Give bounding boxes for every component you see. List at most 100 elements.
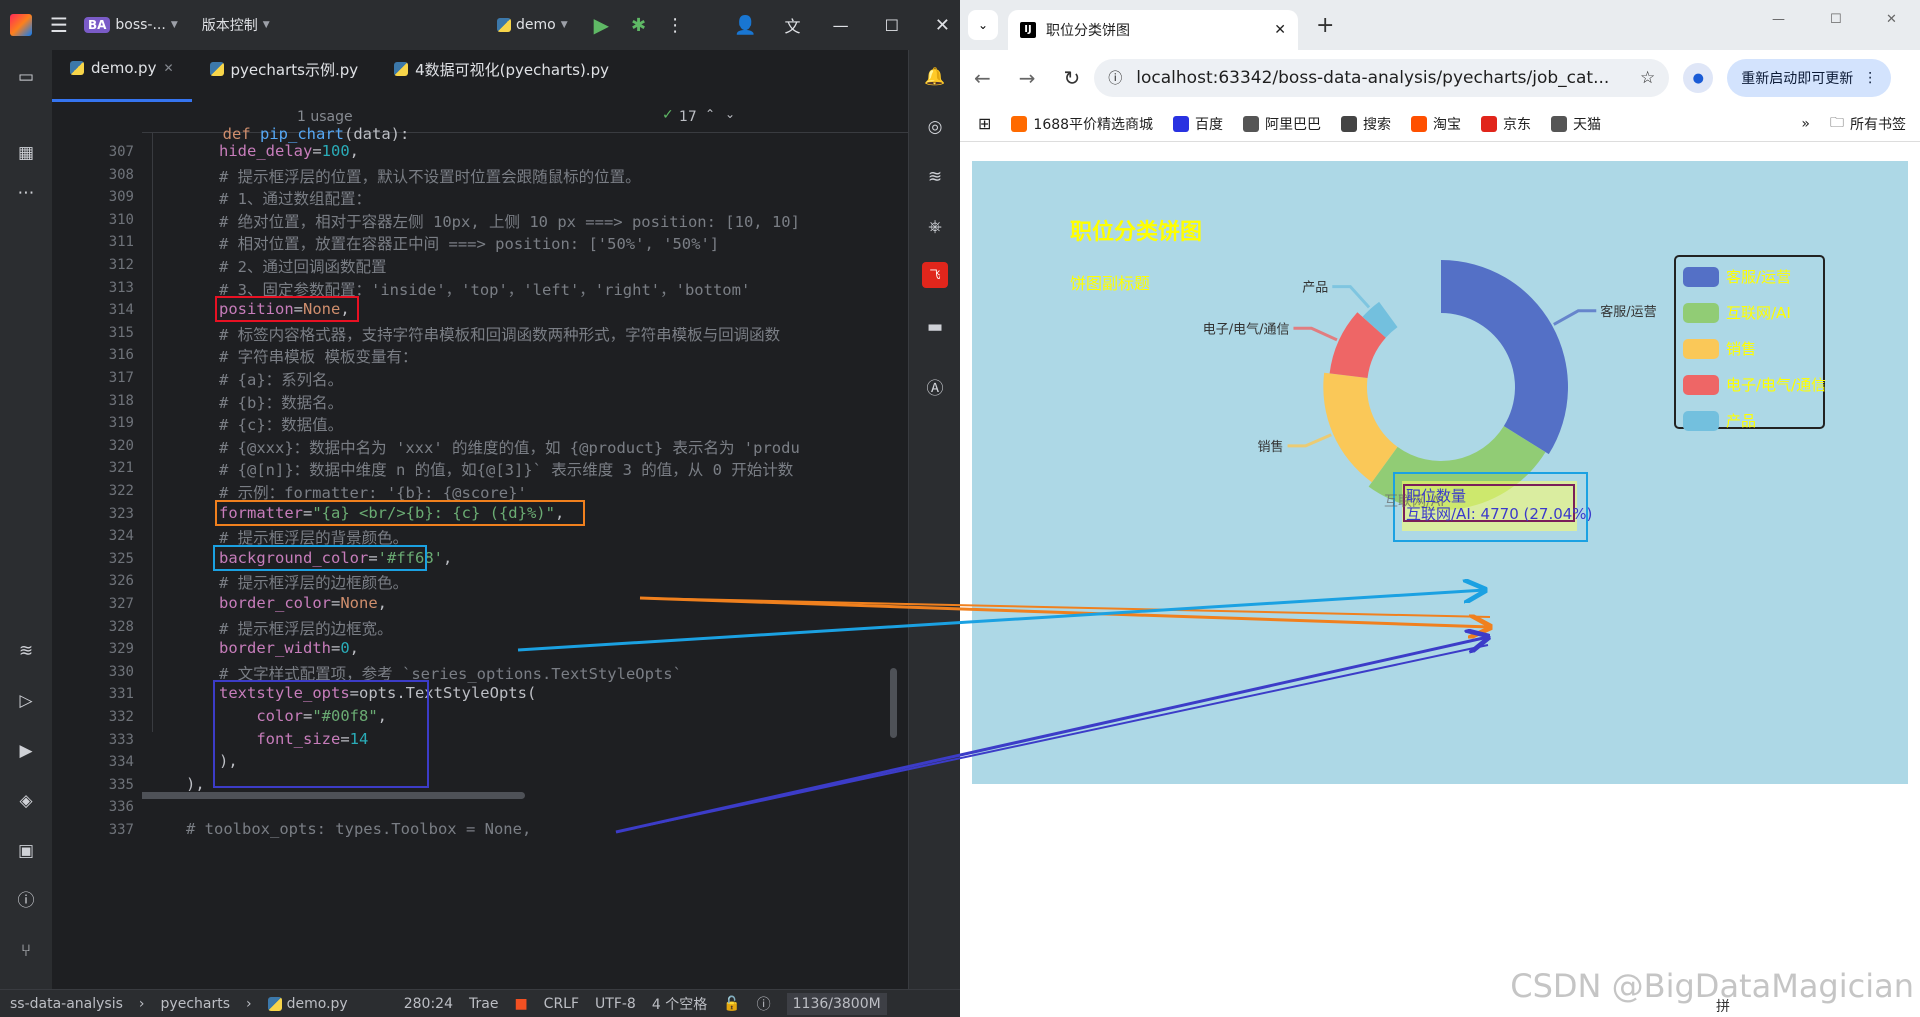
main-menu-icon[interactable]: ☰	[50, 13, 68, 37]
close-tab-icon[interactable]: ✕	[163, 61, 173, 75]
add-user-icon[interactable]: 👤	[734, 15, 756, 36]
code-line[interactable]: # 提示框浮层的边框颜色。	[219, 571, 408, 593]
code-line[interactable]: border_color=None,	[219, 594, 387, 612]
database-icon[interactable]: ≋	[13, 638, 39, 664]
close-icon[interactable]: ✕	[1886, 12, 1897, 27]
debug-icon[interactable]: ✱	[631, 15, 646, 36]
browser-tab[interactable]: IJ 职位分类饼图 ✕	[1008, 10, 1298, 50]
code-line[interactable]: # 字符串模板 模板变量有：	[219, 345, 418, 367]
file-encoding[interactable]: UTF-8	[595, 996, 636, 1012]
new-tab-icon[interactable]: +	[1316, 13, 1334, 38]
pie-slice[interactable]	[1441, 260, 1568, 455]
bookmarks-overflow-icon[interactable]: »	[1801, 116, 1810, 132]
chevron-down-icon[interactable]: ⌄	[725, 107, 735, 121]
ime-indicator-icon[interactable]: 拼	[1716, 996, 1730, 1016]
legend-swatch[interactable]	[1683, 267, 1719, 287]
code-line[interactable]: # 相对位置，放置在容器正中间 ===> position: ['50%', '…	[219, 232, 719, 254]
more-menu-icon[interactable]: ⋮	[1863, 70, 1877, 86]
legend-swatch[interactable]	[1683, 375, 1719, 395]
code-line[interactable]: border_width=0,	[219, 639, 359, 657]
layers-icon[interactable]: ◈	[13, 788, 39, 814]
memory-indicator[interactable]: 1136/3800M	[786, 992, 887, 1015]
ai-assistant-icon[interactable]: ◎	[922, 114, 948, 140]
reload-icon[interactable]: ↻	[1064, 66, 1081, 90]
panel-icon[interactable]: ▬	[922, 314, 948, 340]
status-file[interactable]: demo.py	[287, 996, 348, 1012]
bookmark-item[interactable]: 淘宝	[1411, 114, 1461, 134]
vertical-scrollbar[interactable]	[890, 668, 897, 738]
code-line[interactable]: # 2、通过回调函数配置	[219, 255, 387, 277]
minimize-icon[interactable]: —	[833, 16, 849, 35]
caret-position[interactable]: 280:24	[404, 996, 453, 1012]
horizontal-scrollbar[interactable]	[142, 792, 525, 799]
pie-chart-canvas[interactable]: 职位分类饼图 饼图副标题 客服/运营 销售 电子/电气/通信 产品 客服/运营 互联网/AI 销…	[972, 161, 1908, 784]
inspection-check-icon[interactable]: ✓	[662, 107, 674, 123]
address-bar[interactable]: ⓘ localhost:63342/boss-data-analysis/pye…	[1094, 59, 1670, 97]
close-tab-icon[interactable]: ✕	[1274, 22, 1286, 38]
code-line[interactable]: # {@[n]}：数据中维度 n 的值，如{@[3]}` 表示维度 3 的值，从…	[219, 458, 793, 480]
profile-avatar[interactable]: ●	[1683, 63, 1714, 93]
site-info-icon[interactable]: ⓘ	[1108, 68, 1122, 88]
editor-tab[interactable]: 4数据可视化(pyecharts).py	[376, 50, 627, 102]
windows-icon[interactable]: ■	[514, 996, 527, 1012]
bookmark-item[interactable]: 天猫	[1551, 114, 1601, 134]
preview-icon[interactable]: Ⓐ	[922, 376, 948, 402]
bookmark-star-icon[interactable]: ☆	[1640, 68, 1655, 88]
legend-swatch[interactable]	[1683, 303, 1719, 323]
forward-icon[interactable]: →	[1019, 66, 1036, 90]
url-text[interactable]: localhost:63342/boss-data-analysis/pyech…	[1136, 68, 1609, 88]
code-line[interactable]: # {c}：数据值。	[219, 413, 343, 435]
status-project[interactable]: ss-data-analysis	[10, 996, 123, 1012]
git-icon[interactable]: ⑂	[13, 938, 39, 964]
code-line[interactable]: # 1、通过数组配置：	[219, 187, 371, 209]
run-config-selector[interactable]: demo ▼	[497, 17, 568, 33]
bookmark-item[interactable]: 百度	[1173, 114, 1223, 134]
structure-icon[interactable]: ▦	[13, 140, 39, 166]
more-tools-icon[interactable]: ⋯	[13, 180, 39, 206]
back-icon[interactable]: ←	[974, 66, 991, 90]
bookmark-item[interactable]: 1688平价精选商城	[1011, 114, 1153, 134]
status-folder[interactable]: pyecharts	[161, 996, 230, 1012]
more-actions-icon[interactable]: ⋮	[666, 15, 684, 36]
usages-hint[interactable]: 1 usage	[297, 109, 353, 125]
notifications-icon[interactable]: 🔔	[922, 64, 948, 90]
editor-tab[interactable]: pyecharts示例.py	[192, 50, 377, 102]
folder-icon[interactable]: ▭	[13, 64, 39, 90]
code-line[interactable]: # {b}：数据名。	[219, 391, 343, 413]
all-bookmarks-button[interactable]: 🗀 所有书签	[1830, 112, 1906, 136]
apps-grid-icon[interactable]: ⊞	[978, 114, 991, 133]
code-editor[interactable]: 23 def pip_chart(data): 1 usage ✓ 17 ⌃ ⌄…	[142, 102, 908, 989]
run-icon[interactable]: ▶	[594, 13, 609, 37]
pycharm-logo-icon[interactable]	[10, 14, 32, 36]
python-console-icon[interactable]: ⎈	[922, 214, 948, 240]
legend-swatch[interactable]	[1683, 411, 1719, 431]
update-button[interactable]: 重新启动即可更新 ⋮	[1727, 59, 1892, 97]
indent-setting[interactable]: 4 个空格	[652, 994, 707, 1014]
code-line[interactable]: # {@xxx}：数据中名为 'xxx' 的维度的值，如 {@product} …	[219, 436, 800, 458]
services-icon[interactable]: ▷	[13, 688, 39, 714]
legend-swatch[interactable]	[1683, 339, 1719, 359]
bookmark-item[interactable]: 搜索	[1341, 114, 1391, 134]
terminal-icon[interactable]: ▣	[13, 838, 39, 864]
code-line[interactable]: # 提示框浮层的边框宽。	[219, 617, 393, 639]
editor-tab[interactable]: demo.py ✕	[52, 50, 192, 102]
minimize-icon[interactable]: —	[1772, 12, 1785, 27]
feisuan-plugin-icon[interactable]: 飞	[922, 262, 948, 288]
inspection-count[interactable]: 17	[679, 109, 697, 125]
code-line[interactable]: # 绝对位置，相对于容器左侧 10px, 上侧 10 px ===> posit…	[219, 210, 800, 232]
bookmark-item[interactable]: 京东	[1481, 114, 1531, 134]
code-line[interactable]: # 标签内容格式器，支持字符串模板和回调函数两种形式，字符串模板与回调函数	[219, 323, 780, 345]
code-line[interactable]: # {a}：系列名。	[219, 368, 343, 390]
warning-icon[interactable]: ⓘ	[757, 994, 771, 1014]
bookmark-item[interactable]: 阿里巴巴	[1243, 114, 1321, 134]
tab-list-icon[interactable]: ⌄	[968, 10, 998, 40]
translate-icon[interactable]: 文	[785, 13, 801, 37]
interpreter[interactable]: Trae	[469, 996, 498, 1012]
maximize-icon[interactable]: ☐	[1830, 12, 1842, 27]
project-switcher[interactable]: BA boss-... ▼	[83, 17, 178, 33]
code-line[interactable]: # 提示框浮层的位置，默认不设置时位置会跟随鼠标的位置。	[219, 165, 641, 187]
vcs-menu[interactable]: 版本控制 ▼	[202, 15, 270, 35]
code-line[interactable]: ),	[186, 775, 205, 793]
chevron-up-icon[interactable]: ⌃	[705, 107, 715, 121]
lock-icon[interactable]: 🔓	[723, 996, 740, 1012]
